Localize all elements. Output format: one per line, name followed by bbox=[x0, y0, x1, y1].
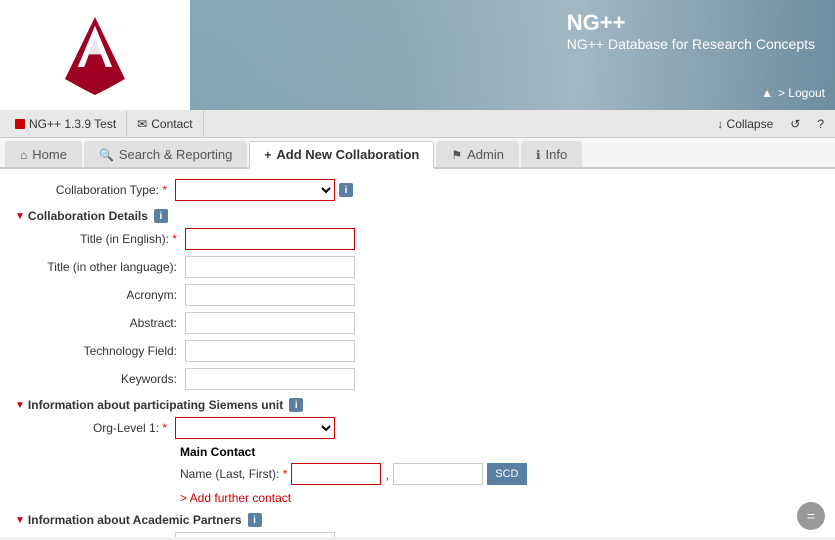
tab-add-label: Add New Collaboration bbox=[276, 147, 419, 162]
name-separator: , bbox=[381, 466, 393, 482]
keywords-input[interactable] bbox=[185, 368, 355, 390]
collab-details-fields: Title (in English): * Title (in other la… bbox=[25, 228, 820, 390]
scd-button[interactable]: SCD bbox=[487, 463, 526, 485]
academic-section[interactable]: ▼ Information about Academic Partners i bbox=[15, 513, 820, 527]
title-other-label: Title (in other language): bbox=[25, 260, 185, 274]
tech-field-input[interactable] bbox=[185, 340, 355, 362]
header-background: NG++ NG++ Database for Research Concepts… bbox=[190, 0, 835, 110]
scroll-handle[interactable]: = bbox=[797, 502, 825, 530]
tech-field-label: Technology Field: bbox=[25, 344, 185, 358]
top-nav-bar: NG++ 1.3.9 Test ✉ Contact ↓ Collapse ↺ ? bbox=[0, 110, 835, 138]
collab-details-arrow-icon: ▼ bbox=[15, 211, 25, 222]
tech-field-row: Technology Field: bbox=[25, 340, 820, 362]
add-icon: + bbox=[264, 148, 271, 162]
title-other-row: Title (in other language): bbox=[25, 256, 820, 278]
home-icon: ⌂ bbox=[20, 148, 27, 162]
collab-details-info-icon[interactable]: i bbox=[154, 209, 168, 223]
academic-info-icon[interactable]: i bbox=[248, 513, 262, 527]
collab-details-section[interactable]: ▼ Collaboration Details i bbox=[15, 209, 820, 223]
add-further-contact[interactable]: > Add further contact bbox=[180, 491, 820, 505]
acronym-label: Acronym: bbox=[25, 288, 185, 302]
main-contact-label: Main Contact bbox=[180, 445, 820, 459]
envelope-icon: ✉ bbox=[137, 117, 147, 131]
acronym-row: Acronym: bbox=[25, 284, 820, 306]
info-tab-icon: ℹ bbox=[536, 148, 541, 162]
tab-home-label: Home bbox=[32, 147, 67, 162]
flag-icon: ⚑ bbox=[451, 148, 462, 162]
title-en-input[interactable] bbox=[185, 228, 355, 250]
top-nav-right: ↓ Collapse ↺ ? bbox=[711, 115, 830, 133]
app-title-area: NG++ NG++ Database for Research Concepts bbox=[567, 10, 815, 52]
collab-type-required: * bbox=[162, 183, 167, 197]
nav-contact[interactable]: ✉ Contact bbox=[127, 110, 203, 137]
acronym-input[interactable] bbox=[185, 284, 355, 306]
main-tab-bar: ⌂ Home 🔍 Search & Reporting + Add New Co… bbox=[0, 138, 835, 169]
collab-type-label: Collaboration Type: * bbox=[15, 183, 175, 197]
tab-add-collaboration[interactable]: + Add New Collaboration bbox=[249, 141, 434, 169]
abstract-label: Abstract: bbox=[25, 316, 185, 330]
title-other-input[interactable] bbox=[185, 256, 355, 278]
org-level-row: Org-Level 1: * bbox=[15, 417, 820, 439]
academic-select[interactable] bbox=[175, 532, 335, 537]
tab-admin-label: Admin bbox=[467, 147, 504, 162]
org-level-label: Org-Level 1: * bbox=[15, 421, 175, 435]
abstract-input[interactable] bbox=[185, 312, 355, 334]
user-area: ▲ > Logout bbox=[761, 86, 825, 100]
app-subtitle: NG++ Database for Research Concepts bbox=[567, 36, 815, 52]
academic-field-row: ... bbox=[15, 532, 820, 537]
collab-type-select[interactable] bbox=[175, 179, 335, 201]
collab-details-title: Collaboration Details bbox=[28, 209, 148, 223]
tab-home[interactable]: ⌂ Home bbox=[5, 141, 82, 167]
logout-link[interactable]: > Logout bbox=[778, 86, 825, 100]
siemens-section-title: Information about participating Siemens … bbox=[28, 398, 283, 412]
academic-arrow-icon: ▼ bbox=[15, 515, 25, 526]
title-en-label: Title (in English): * bbox=[25, 232, 185, 246]
collapse-button[interactable]: ↓ Collapse bbox=[711, 115, 779, 133]
name-label: Name (Last, First): * bbox=[180, 467, 291, 481]
siemens-arrow-icon: ▼ bbox=[15, 400, 25, 411]
title-en-row: Title (in English): * bbox=[25, 228, 820, 250]
main-contact-section: Main Contact Name (Last, First): * , SCD bbox=[180, 445, 820, 485]
name-row: Name (Last, First): * , SCD bbox=[180, 463, 820, 485]
refresh-button[interactable]: ↺ bbox=[784, 115, 806, 133]
tab-admin[interactable]: ⚑ Admin bbox=[436, 141, 519, 167]
first-name-input[interactable] bbox=[393, 463, 483, 485]
help-button[interactable]: ? bbox=[811, 115, 830, 133]
angular-logo-icon bbox=[45, 5, 145, 105]
tab-search-label: Search & Reporting bbox=[119, 147, 232, 162]
collab-type-info-icon[interactable]: i bbox=[339, 183, 353, 197]
version-dot-icon bbox=[15, 119, 25, 129]
logo-area bbox=[0, 0, 190, 110]
keywords-label: Keywords: bbox=[25, 372, 185, 386]
org-level-select[interactable] bbox=[175, 417, 335, 439]
tab-info-label: Info bbox=[546, 147, 568, 162]
academic-dash-label: ... bbox=[15, 536, 175, 537]
academic-section-title: Information about Academic Partners bbox=[28, 513, 242, 527]
app-header: NG++ NG++ Database for Research Concepts… bbox=[0, 0, 835, 110]
main-content: Collaboration Type: * i ▼ Collaboration … bbox=[0, 169, 835, 537]
user-icon: ▲ bbox=[761, 86, 773, 100]
tab-search[interactable]: 🔍 Search & Reporting bbox=[84, 141, 247, 167]
scroll-handle-icon: = bbox=[807, 508, 815, 524]
siemens-info-icon[interactable]: i bbox=[289, 398, 303, 412]
nav-contact-label: Contact bbox=[151, 117, 192, 131]
last-name-input[interactable] bbox=[291, 463, 381, 485]
app-name: NG++ bbox=[567, 10, 815, 36]
abstract-row: Abstract: bbox=[25, 312, 820, 334]
collab-type-row: Collaboration Type: * i bbox=[15, 179, 820, 201]
keywords-row: Keywords: bbox=[25, 368, 820, 390]
nav-version-label: NG++ 1.3.9 Test bbox=[29, 117, 116, 131]
tab-info[interactable]: ℹ Info bbox=[521, 141, 582, 167]
siemens-section[interactable]: ▼ Information about participating Siemen… bbox=[15, 398, 820, 412]
search-icon: 🔍 bbox=[99, 148, 114, 162]
nav-version[interactable]: NG++ 1.3.9 Test bbox=[5, 110, 127, 137]
